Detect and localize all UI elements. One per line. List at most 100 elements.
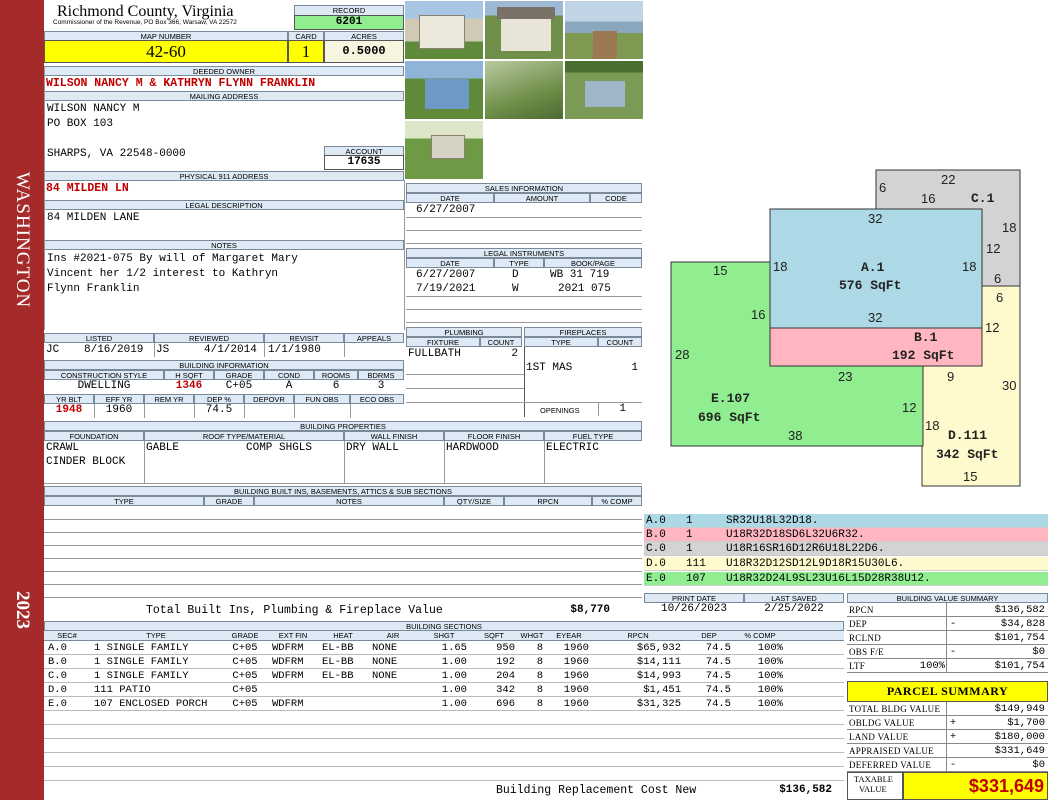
listed-by: JC [46,344,60,356]
map-number-value: 42-60 [44,40,288,63]
section-cell-eyear: 1960 [563,656,589,668]
notes-line-1: Ins #2021-075 By will of Margaret Mary [47,253,298,265]
reviewed-date: 4/1/2014 [204,344,257,356]
replacement-cost-value: $136,582 [779,784,832,796]
rooms-header: ROOMS [314,370,358,380]
section-cell-shgt: 1.00 [441,698,467,710]
replacement-cost-label: Building Replacement Cost New [496,784,697,797]
li-book-1: WB 31 719 [550,269,610,281]
reviewed-header: REVIEWED [154,333,264,343]
ps-land-row: LAND VALUE + $180,000 [847,730,1048,744]
section-cell-air: NONE [372,656,398,668]
dim-a-bot: 32 [868,310,882,325]
fireplace-openings-value: 1 [619,403,626,415]
table-row: B.0 1 SINGLE FAMILY C+05 WDFRM EL-BB NONE 1.00… [44,655,844,669]
ps-obldg-row: OBLDG VALUE + $1,700 [847,716,1048,730]
vs-ltf-row: LTF 100% $101,754 [847,659,1048,673]
yrblt-value: 1948 [55,404,83,416]
dim-d-12: 12 [985,320,999,335]
builtins-grade-header: GRADE [204,496,254,506]
legend-row-b: B.0 1 U18R32D18SD6L32U6R32. [644,528,1048,542]
table-row: C.0 1 SINGLE FAMILY C+05 WDFRM EL-BB NONE 1.00… [44,669,844,683]
section-cell-sec: A.0 [48,642,67,654]
section-cell-dep: 74.5 [705,642,731,654]
dim-d-18: 18 [925,418,939,433]
section-cell-type: 107 ENCLOSED PORCH [94,698,208,710]
ecoobs-header: ECO OBS [350,394,404,404]
legend-row-d: D.0 111 U18R32D12SD12L9D18R15U30L6. [644,557,1048,571]
section-cell-grade: C+05 [232,670,258,682]
section-cell-type: 1 SINGLE FAMILY [94,642,189,654]
section-cell-eyear: 1960 [563,642,589,654]
li-date-2: 7/19/2021 [416,283,476,295]
section-cell-whgt: 8 [536,656,543,668]
dim-c-r12: 12 [986,241,1000,256]
section-cell-shgt: 1.65 [441,642,467,654]
section-area-e: 696 SqFt [698,410,760,425]
builtin-row-line [44,558,642,559]
roof-material-value: COMP SHGLS [246,442,313,454]
section-cell-air: NONE [372,670,398,682]
li-type-header: TYPE [494,258,544,268]
depovr-header: DEPOVR [244,394,294,404]
taxable-value: $331,649 [903,772,1048,800]
section-label-b: B.1 [914,330,938,345]
section-label-a: A.1 [861,260,885,275]
sales-code-header: CODE [590,193,642,203]
section-cell-rpcn: $14,993 [636,670,681,682]
sections-header-cell: WHGT [520,631,544,640]
foundation-value-1: CRAWL [46,442,80,454]
section-cell-eyear: 1960 [563,698,589,710]
roof-header: ROOF TYPE/MATERIAL [144,431,344,441]
section-cell-shgt: 1.00 [441,656,467,668]
dim-e-16: 16 [751,307,765,322]
revisit-header: REVISIT [264,333,344,343]
vs-rclnd-row: RCLND $101,754 [847,631,1048,645]
effyr-value: 1960 [105,404,133,416]
dim-a-left: 18 [773,259,787,274]
style-header: CONSTRUCTION STYLE [44,370,164,380]
listed-date: 8/16/2019 [84,344,144,356]
dim-c-r6: 6 [994,271,1001,286]
cond-value: A [285,380,293,392]
section-cell-heat: EL-BB [322,642,354,654]
section-cell-ext: WDFRM [272,698,304,710]
listed-header: LISTED [44,333,154,343]
dim-e-bot: 38 [788,428,802,443]
yrblt-header: YR BLT [44,394,94,404]
sections-header-cell: EYEAR [556,631,582,640]
building-properties-header: BUILDING PROPERTIES [44,421,642,431]
sections-header-cell: HEAT [333,631,353,640]
fireplace-type-header: TYPE [524,337,598,347]
section-cell-comp: 100% [757,684,783,696]
print-date-header: PRINT DATE [644,593,744,603]
builtin-row-line [44,545,642,546]
section-cell-grade: C+05 [232,656,258,668]
section-cell-ext: WDFRM [272,642,304,654]
sections-header-cell: RPCN [627,631,649,640]
section-cell-ext: WDFRM [272,656,304,668]
dep-header: DEP % [194,394,244,404]
value-summary-header: BUILDING VALUE SUMMARY [847,593,1048,603]
section-cell-whgt: 8 [536,684,543,696]
li-date-header: DATE [406,258,494,268]
section-cell-eyear: 1960 [563,670,589,682]
builtins-total-value: $8,770 [570,604,610,616]
sections-header-cell: SQFT [484,631,504,640]
building-sections-header: BUILDING SECTIONS [44,621,844,631]
sections-header-cell: % COMP [744,631,776,640]
builtins-total-label: Total Built Ins, Plumbing & Fireplace Va… [146,604,443,617]
grade-value: C+05 [225,380,253,392]
sales-amount-header: AMOUNT [494,193,590,203]
dim-e-top: 15 [713,263,727,278]
foundation-value-2: CINDER BLOCK [46,456,126,468]
section-cell-sqft: 696 [496,698,515,710]
legal-description-header: LEGAL DESCRIPTION [44,200,404,210]
floor-header: FLOOR FINISH [444,431,544,441]
fireplace-openings-label: OPENINGS [540,406,580,415]
wall-value: DRY WALL [346,442,399,454]
table-row: A.0 1 SINGLE FAMILY C+05 WDFRM EL-BB NONE 1.65… [44,641,844,655]
wall-header: WALL FINISH [344,431,444,441]
section-cell-heat: EL-BB [322,670,354,682]
fireplace-type-value: 1ST MAS [526,362,573,374]
